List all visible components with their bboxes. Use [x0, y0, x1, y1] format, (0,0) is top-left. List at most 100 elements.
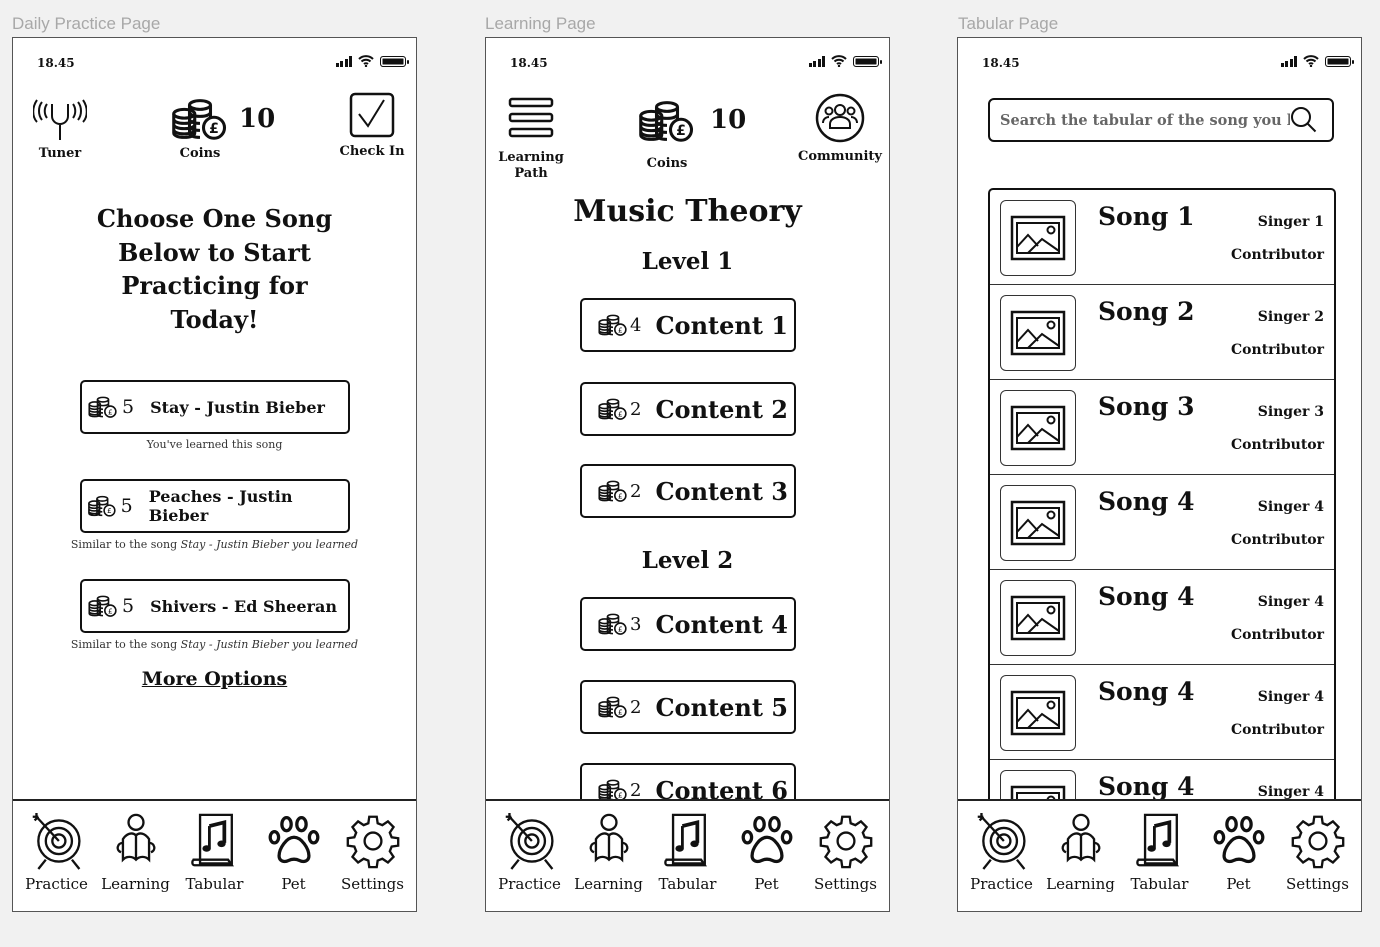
- tabular-screen: 18.45 Song 1 Singer 1 Contributor Song 2…: [957, 37, 1362, 912]
- song-thumbnail: [1000, 580, 1076, 656]
- song-row[interactable]: Song 1 Singer 1 Contributor: [990, 190, 1334, 285]
- community-button[interactable]: Community: [798, 93, 882, 164]
- image-icon: [1010, 690, 1066, 736]
- coins-icon: [598, 398, 628, 420]
- nav-label: Tabular: [658, 875, 717, 893]
- reader-icon: [1053, 811, 1109, 871]
- nav-practice[interactable]: Practice: [491, 811, 569, 911]
- page-label-learning: Learning Page: [485, 14, 596, 33]
- reader-icon: [108, 811, 164, 871]
- learning-path-label: Learning Path: [496, 150, 566, 182]
- nav-tabular[interactable]: Tabular: [1121, 811, 1199, 911]
- song-option[interactable]: 5 Stay - Justin Bieber: [80, 380, 350, 434]
- content-title: Content 1: [655, 310, 788, 340]
- nav-label: Pet: [754, 875, 779, 893]
- nav-settings[interactable]: Settings: [1279, 811, 1357, 911]
- paw-icon: [1211, 811, 1267, 871]
- nav-pet[interactable]: Pet: [728, 811, 806, 911]
- coins-label: Coins: [179, 146, 221, 161]
- nav-settings[interactable]: Settings: [807, 811, 885, 911]
- song-option[interactable]: 5 Shivers - Ed Sheeran: [80, 579, 350, 633]
- image-icon: [1010, 405, 1066, 451]
- content-button[interactable]: 2 Content 3: [580, 464, 796, 518]
- search-icon[interactable]: [1290, 106, 1318, 134]
- wifi-icon: [358, 55, 374, 67]
- status-time: 18.45: [982, 56, 1020, 70]
- nav-label: Practice: [25, 875, 88, 893]
- check-in-button[interactable]: Check In: [337, 92, 407, 159]
- song-title: Stay - Justin Bieber: [150, 397, 325, 417]
- heading-line: Practicing for: [121, 271, 308, 300]
- nav-pet[interactable]: Pet: [1200, 811, 1278, 911]
- nav-tabular[interactable]: Tabular: [649, 811, 727, 911]
- song-row[interactable]: Song 4 Singer 4 Contributor: [990, 665, 1334, 760]
- song-row[interactable]: Song 2 Singer 2 Contributor: [990, 285, 1334, 380]
- content-button[interactable]: 2 Content 5: [580, 680, 796, 734]
- song-cost: 5: [120, 495, 133, 517]
- nav-settings[interactable]: Settings: [334, 811, 412, 911]
- nav-learning[interactable]: Learning: [1042, 811, 1120, 911]
- nav-practice[interactable]: Practice: [963, 811, 1041, 911]
- page-label-tabular: Tabular Page: [958, 14, 1059, 33]
- song-row[interactable]: Song 4 Singer 4 Contributor: [990, 475, 1334, 570]
- coins-icon: [598, 613, 628, 635]
- more-options-link[interactable]: More Options: [13, 668, 416, 690]
- nav-practice[interactable]: Practice: [18, 811, 96, 911]
- status-icons: [335, 55, 409, 67]
- content-cost: 2: [630, 398, 642, 420]
- content-button[interactable]: 4 Content 1: [580, 298, 796, 352]
- content-cost: 2: [630, 696, 642, 718]
- song-singer: Singer 1: [1257, 214, 1324, 230]
- song-title: Song 1: [1098, 202, 1195, 231]
- song-title: Song 4: [1098, 772, 1195, 801]
- content-title: Content 3: [655, 476, 788, 506]
- content-button[interactable]: 2 Content 2: [580, 382, 796, 436]
- song-contributor: Contributor: [1231, 437, 1324, 453]
- bottom-nav: Practice Learning Tabular Pet Settings: [958, 799, 1361, 911]
- battery-icon: [380, 55, 409, 67]
- nav-label: Practice: [498, 875, 561, 893]
- status-time: 18.45: [510, 56, 548, 70]
- song-singer: Singer 4: [1257, 784, 1324, 800]
- check-in-label: Check In: [339, 144, 405, 159]
- status-icons: [808, 55, 882, 67]
- nav-label: Settings: [341, 875, 404, 893]
- song-thumbnail: [1000, 390, 1076, 466]
- coins-icon: [88, 396, 118, 418]
- song-singer: Singer 4: [1257, 594, 1324, 610]
- song-row[interactable]: Song 3 Singer 3 Contributor: [990, 380, 1334, 475]
- song-note: Similar to the song Stay - Justin Bieber…: [13, 538, 416, 551]
- menu-icon: [508, 97, 554, 138]
- content-cost: 2: [630, 480, 642, 502]
- song-option[interactable]: 5 Peaches - Justin Bieber: [80, 479, 350, 533]
- community-icon: [815, 93, 865, 143]
- heading-line: Today!: [170, 304, 259, 334]
- music-sheet-icon: [187, 811, 243, 871]
- song-title: Song 3: [1098, 392, 1195, 421]
- nav-learning[interactable]: Learning: [570, 811, 648, 911]
- learning-path-button[interactable]: Learning Path: [496, 96, 566, 182]
- nav-tabular[interactable]: Tabular: [176, 811, 254, 911]
- image-icon: [1010, 310, 1066, 356]
- song-title: Song 4: [1098, 487, 1195, 516]
- content-cost: 3: [630, 613, 642, 635]
- page-label-daily: Daily Practice Page: [12, 14, 161, 33]
- label-line: Learning: [498, 150, 564, 165]
- image-icon: [1010, 595, 1066, 641]
- song-row[interactable]: Song 4 Singer 4 Contributor: [990, 570, 1334, 665]
- song-title: Song 4: [1098, 677, 1195, 706]
- nav-label: Pet: [1226, 875, 1251, 893]
- song-note: Similar to the song Stay - Justin Bieber…: [13, 638, 416, 651]
- content-button[interactable]: 3 Content 4: [580, 597, 796, 651]
- song-thumbnail: [1000, 295, 1076, 371]
- nav-label: Learning: [1046, 875, 1115, 893]
- coins-icon: [88, 595, 118, 617]
- nav-learning[interactable]: Learning: [97, 811, 175, 911]
- search-input[interactable]: [1000, 111, 1290, 129]
- music-sheet-icon: [1132, 811, 1188, 871]
- coins-icon: [598, 314, 628, 336]
- bottom-nav: Practice Learning Tabular Pet Settings: [486, 799, 889, 911]
- nav-pet[interactable]: Pet: [255, 811, 333, 911]
- learning-title: Music Theory: [573, 194, 802, 229]
- tuner-button[interactable]: Tuner: [31, 96, 89, 161]
